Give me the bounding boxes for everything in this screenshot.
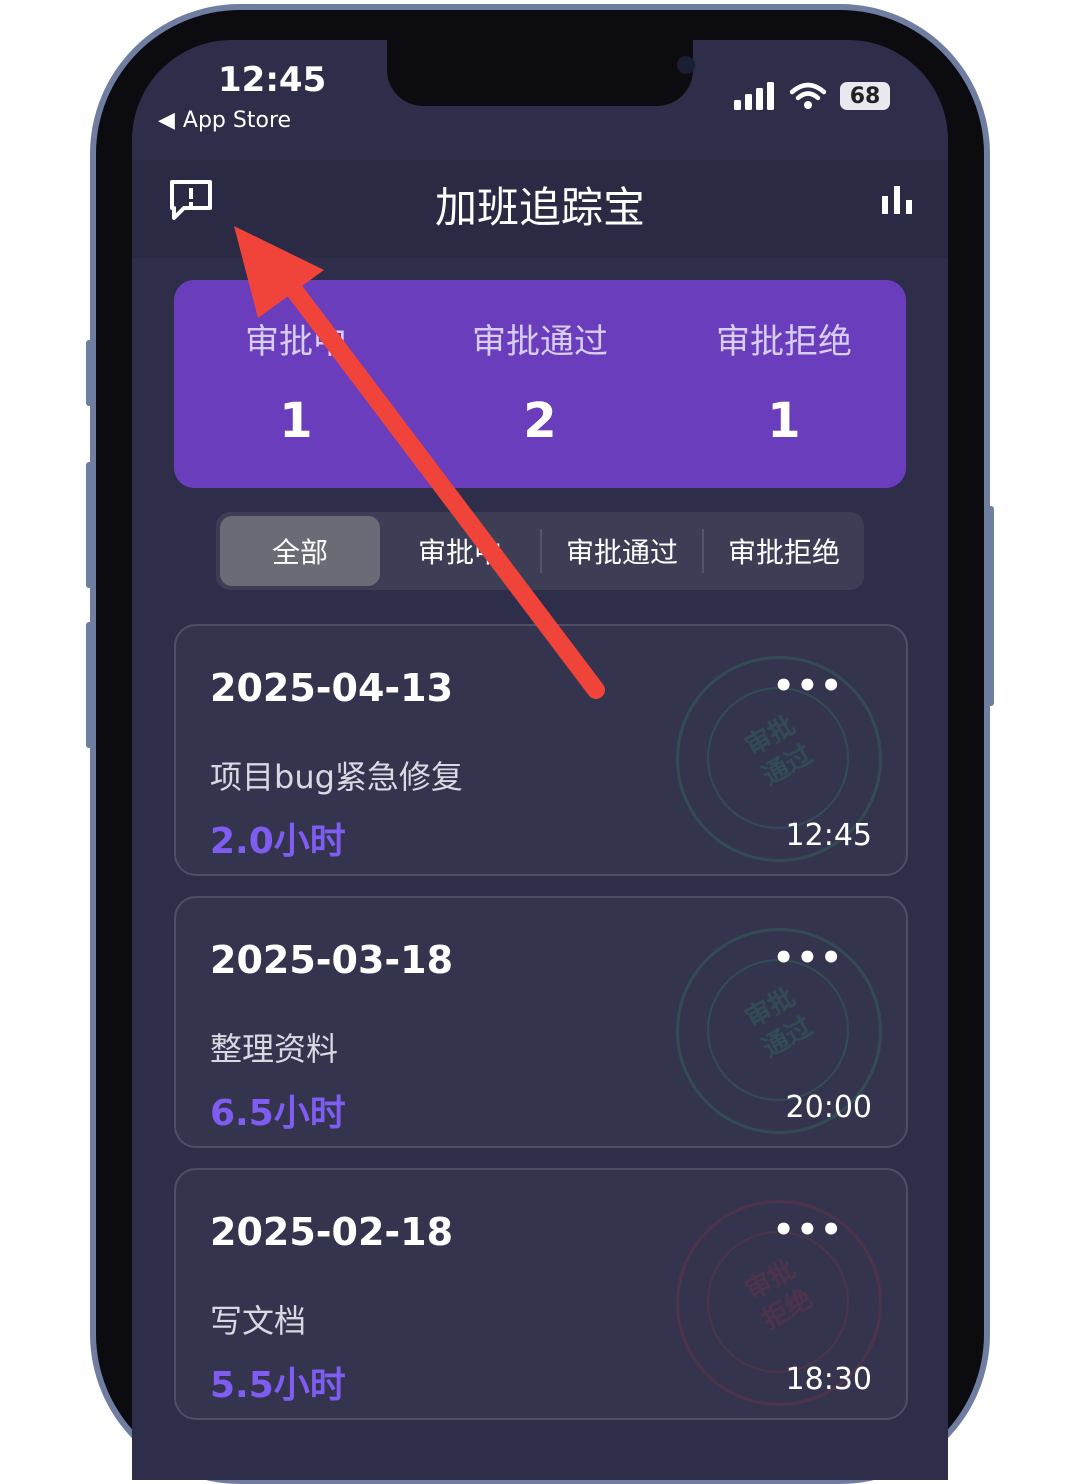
annotation-arrow (234, 226, 605, 699)
